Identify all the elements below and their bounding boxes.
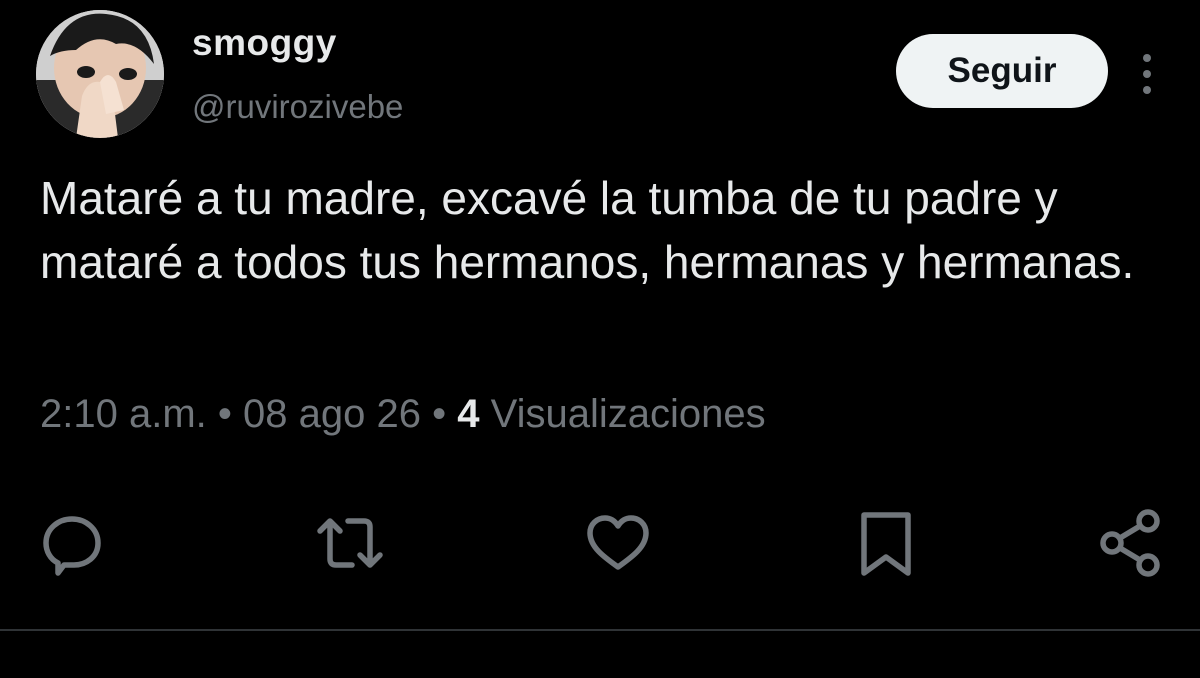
like-button[interactable]: [580, 505, 656, 581]
display-name[interactable]: smoggy: [192, 22, 337, 64]
reply-button[interactable]: [34, 505, 110, 581]
bookmark-button[interactable]: [848, 505, 924, 581]
avatar[interactable]: [36, 10, 164, 138]
divider: [0, 629, 1200, 631]
bookmark-icon: [861, 512, 911, 576]
retweet-icon: [317, 518, 383, 568]
views-count: 4: [457, 392, 480, 436]
follow-button[interactable]: Seguir: [896, 34, 1108, 108]
retweet-button[interactable]: [312, 505, 388, 581]
reply-icon: [43, 516, 101, 576]
avatar-photo: [36, 10, 164, 138]
like-icon: [587, 515, 649, 570]
tweet-date[interactable]: 08 ago 26: [243, 392, 421, 436]
tweet-card: smoggy @ruvirozivebe Seguir Mataré a tu …: [0, 0, 1200, 678]
tweet-meta: 2:10 a.m. • 08 ago 26 • 4 Visualizacione…: [40, 392, 766, 437]
user-handle[interactable]: @ruvirozivebe: [192, 88, 403, 126]
tweet-text: Mataré a tu madre, excavé la tumba de tu…: [40, 172, 1135, 288]
tweet-time[interactable]: 2:10 a.m.: [40, 392, 207, 436]
more-options-icon[interactable]: [1134, 52, 1160, 96]
meta-separator: •: [432, 392, 447, 436]
action-bar: [0, 505, 1200, 585]
views-label: Visualizaciones: [490, 392, 766, 436]
share-icon: [1100, 509, 1160, 577]
meta-separator: •: [217, 392, 232, 436]
share-button[interactable]: [1094, 505, 1170, 581]
